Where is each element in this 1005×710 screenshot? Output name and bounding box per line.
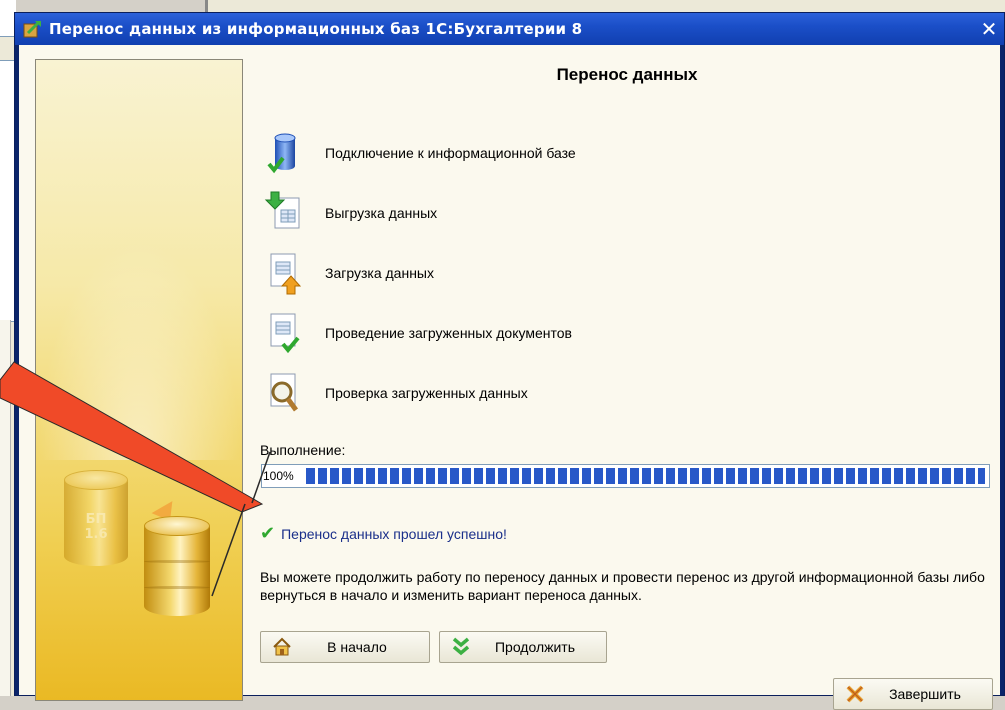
success-message: Перенос данных прошел успешно! — [281, 525, 507, 542]
window-title: Перенос данных из информационных баз 1С:… — [49, 20, 583, 38]
data-check-icon — [263, 370, 303, 416]
finish-button[interactable]: Завершить — [833, 678, 993, 710]
step-check-data: Проверка загруженных данных — [263, 369, 963, 417]
background-separator — [205, 0, 208, 12]
home-button[interactable]: В начало — [260, 631, 430, 663]
dialog-client-area: БП 1.6 Перенос данных Подключение к инфо… — [19, 45, 1000, 710]
step-label: Подключение к информационной базе — [325, 145, 576, 161]
double-chevron-down-icon — [450, 636, 472, 658]
close-button[interactable]: ✕ — [978, 18, 1000, 40]
database-source-icon: БП 1.6 — [64, 470, 128, 566]
data-export-icon — [263, 190, 303, 236]
data-import-icon — [263, 250, 303, 296]
background-panel — [0, 60, 15, 322]
database-target-icon — [144, 516, 210, 616]
progress-fill — [306, 468, 985, 484]
data-transfer-dialog: Перенос данных из информационных баз 1С:… — [14, 12, 1005, 710]
close-x-icon — [844, 683, 866, 705]
side-illustration-panel: БП 1.6 — [35, 59, 243, 701]
step-import: Загрузка данных — [263, 249, 963, 297]
db-label-line1: БП — [85, 512, 107, 527]
step-export: Выгрузка данных — [263, 189, 963, 237]
continue-button[interactable]: Продолжить — [439, 631, 607, 663]
page-title: Перенос данных — [556, 65, 698, 84]
panel-glow — [36, 240, 242, 460]
continue-button-label: Продолжить — [494, 639, 576, 655]
app-icon — [23, 19, 43, 39]
info-text: Вы можете продолжить работу по переносу … — [260, 569, 985, 603]
title-bar[interactable]: Перенос данных из информационных баз 1С:… — [15, 13, 1004, 45]
document-post-icon — [263, 310, 303, 356]
step-label: Загрузка данных — [325, 265, 434, 281]
checkmark-icon: ✔ — [260, 523, 276, 544]
step-label: Проверка загруженных данных — [325, 385, 528, 401]
success-status: ✔ Перенос данных прошел успешно! — [260, 523, 507, 544]
step-connect: Подключение к информационной базе — [263, 129, 963, 177]
home-button-label: В начало — [327, 639, 387, 655]
step-label: Проведение загруженных документов — [325, 325, 572, 341]
step-label: Выгрузка данных — [325, 205, 438, 221]
background-menubar — [205, 0, 1005, 12]
db-label-line2: 1.6 — [84, 527, 108, 542]
database-connect-icon — [263, 130, 303, 176]
progress-percent: 100% — [263, 469, 294, 483]
finish-button-label: Завершить — [889, 686, 961, 702]
progress-label: Выполнение: — [260, 442, 346, 458]
progress-bar: 100% — [261, 464, 990, 488]
home-icon — [271, 636, 293, 658]
step-post-documents: Проведение загруженных документов — [263, 309, 963, 357]
background-panel-lower — [0, 320, 11, 696]
